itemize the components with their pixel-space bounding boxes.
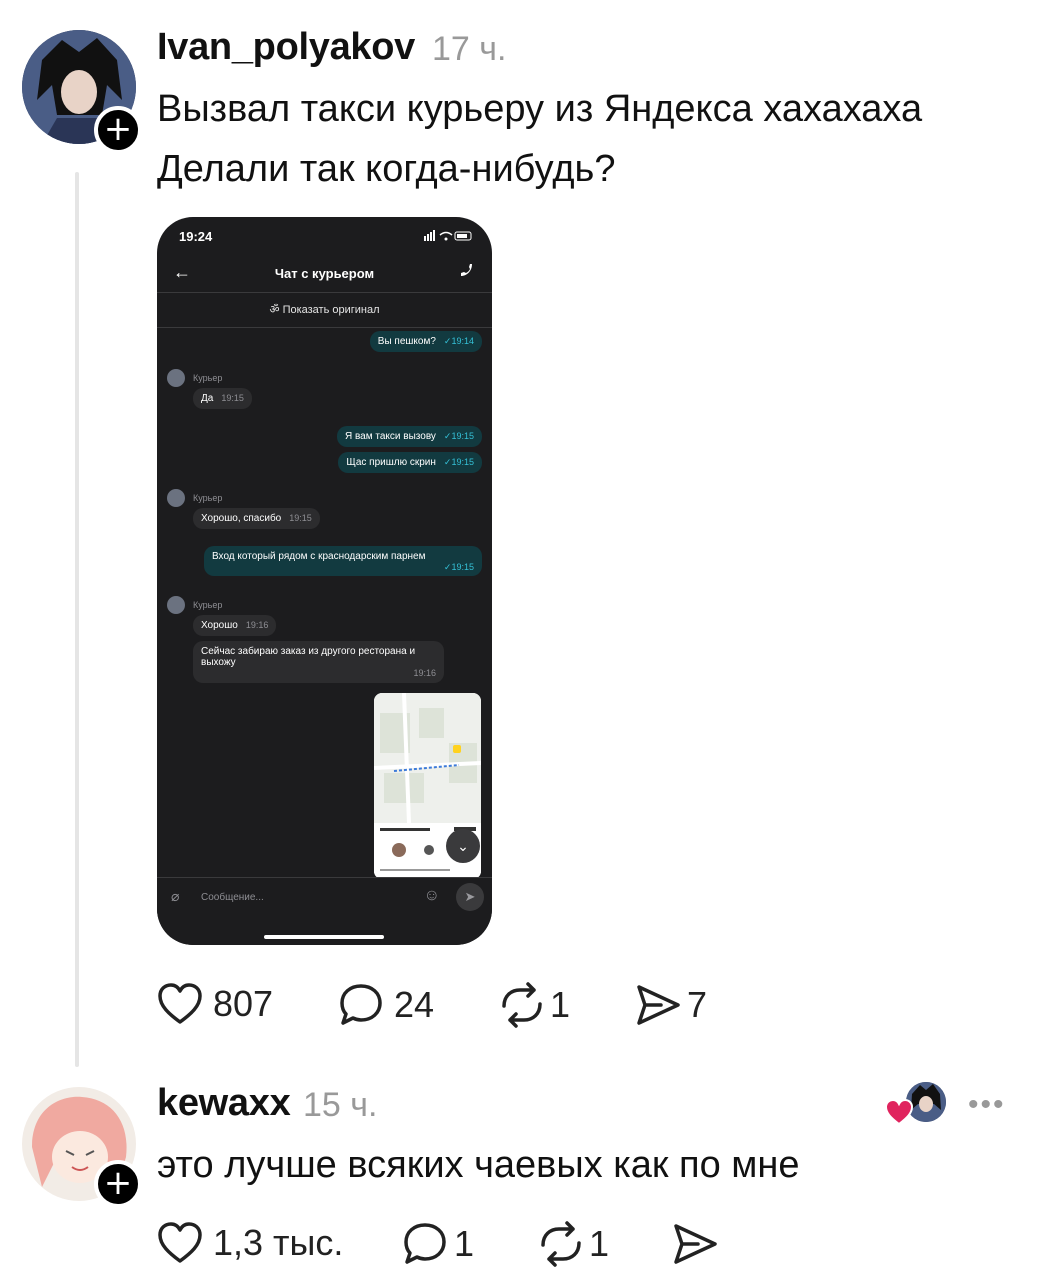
repost-arrows-icon	[502, 982, 542, 1028]
translate-icon: ॐ	[269, 304, 283, 316]
reply-repost-button[interactable]: 1	[537, 1221, 609, 1267]
comment-count: 24	[394, 984, 435, 1025]
like-button[interactable]: 807	[157, 982, 273, 1026]
reply-like-count: 1,3 тыс.	[213, 1222, 344, 1263]
show-original-label: Показать оригинал	[282, 304, 380, 316]
post-text-line2: Делали так когда-нибудь?	[157, 148, 616, 190]
message-time: ✓19:15	[443, 562, 474, 572]
sender-courier: Курьер	[167, 489, 222, 507]
message-text: Вы пешком?	[377, 336, 436, 347]
message-time: 19:15	[221, 393, 244, 403]
reply-username[interactable]: kewaxx	[157, 1082, 291, 1125]
message-time: ✓19:15	[443, 431, 474, 441]
message-time: 19:16	[413, 668, 436, 678]
phone-call-icon[interactable]	[460, 263, 474, 281]
heart-icon	[158, 1222, 202, 1263]
reply-comment-button[interactable]: 1	[402, 1221, 474, 1267]
message-time: 19:15	[289, 513, 312, 523]
follow-plus-button[interactable]: +	[94, 1160, 142, 1208]
send-arrow-icon	[674, 1224, 717, 1264]
share-button[interactable]: 7	[635, 982, 707, 1028]
reply-comment-count: 1	[454, 1223, 475, 1264]
reply-share-button[interactable]	[672, 1221, 718, 1267]
message-time: 19:16	[245, 620, 269, 630]
repost-arrows-icon	[541, 1221, 581, 1267]
home-indicator	[264, 935, 384, 939]
sender-courier: Курьер	[167, 369, 222, 387]
scroll-down-button[interactable]: ⌄	[446, 829, 480, 863]
emoji-icon[interactable]: ☺	[424, 887, 440, 905]
more-options-icon[interactable]: •••	[968, 1088, 1006, 1122]
screenshot-status-time: 19:24	[179, 229, 213, 244]
sender-courier: Курьер	[167, 596, 222, 614]
courier-avatar	[167, 369, 185, 387]
courier-avatar	[167, 489, 185, 507]
repost-button[interactable]: 1	[498, 982, 570, 1028]
translate-divider	[157, 327, 492, 328]
message-text: Да	[201, 393, 214, 404]
attach-icon[interactable]: ⌀	[171, 888, 179, 905]
follow-plus-button[interactable]: +	[94, 106, 142, 154]
comment-bubble-icon	[404, 1223, 446, 1264]
message-out: Я вам такси вызову ✓19:15	[336, 426, 482, 447]
chat-title: Чат с курьером	[274, 266, 375, 281]
heart-icon	[158, 983, 202, 1024]
status-icons	[424, 230, 474, 245]
message-in: Да 19:15	[193, 388, 252, 409]
reply-text: это лучше всяких чаевых как по мне	[157, 1144, 800, 1186]
message-out: Щас пришлю скрин ✓19:15	[338, 452, 482, 473]
message-out: Вход который рядом с краснодарским парне…	[204, 546, 482, 576]
message-text: Сейчас забираю заказ из другого ресторан…	[201, 646, 416, 668]
post-username[interactable]: Ivan_polyakov	[157, 26, 415, 69]
post-time: 17 ч.	[432, 30, 507, 68]
red-heart-icon	[884, 1098, 914, 1126]
post-text-line1: Вызвал такси курьеру из Яндекса хахахаха	[157, 88, 923, 130]
header-divider	[157, 292, 492, 293]
send-arrow-icon	[637, 985, 680, 1025]
comment-bubble-icon	[340, 984, 382, 1025]
message-text: Вход который рядом с краснодарским парне…	[212, 551, 426, 562]
message-input-bar[interactable]: ⌀ Сообщение... ☺ ➤	[157, 877, 492, 945]
show-original-link[interactable]: ॐ Показать оригинал	[157, 302, 492, 317]
share-count: 7	[687, 984, 708, 1025]
message-in: Хорошо 19:16	[193, 615, 277, 636]
message-text: Хорошо, спасибо	[201, 513, 282, 524]
repost-count: 1	[550, 984, 571, 1025]
message-text: Хорошо	[201, 620, 238, 631]
sender-name: Курьер	[193, 493, 223, 503]
reply-time: 15 ч.	[303, 1086, 378, 1124]
sender-name: Курьер	[193, 373, 223, 383]
message-time: ✓19:14	[443, 336, 474, 346]
message-text: Щас пришлю скрин	[346, 457, 436, 468]
reply-like-button[interactable]: 1,3 тыс.	[157, 1221, 343, 1265]
thread-line	[75, 172, 79, 1067]
courier-avatar	[167, 596, 185, 614]
message-in: Хорошо, спасибо 19:15	[193, 508, 320, 529]
reply-repost-count: 1	[589, 1223, 610, 1264]
sender-name: Курьер	[193, 600, 223, 610]
attached-screenshot[interactable]: 19:24 ← Чат с курьером ॐ Показать оригин…	[157, 217, 492, 945]
comment-button[interactable]: 24	[338, 982, 434, 1028]
like-count: 807	[213, 983, 274, 1024]
send-icon[interactable]: ➤	[456, 883, 484, 911]
message-time: ✓19:15	[443, 457, 474, 467]
message-in: Сейчас забираю заказ из другого ресторан…	[193, 641, 444, 683]
author-liked-indicator	[884, 1082, 948, 1126]
message-text: Я вам такси вызову	[344, 431, 436, 442]
message-out: Вы пешком? ✓19:14	[369, 331, 482, 352]
message-input[interactable]: Сообщение...	[201, 892, 264, 903]
